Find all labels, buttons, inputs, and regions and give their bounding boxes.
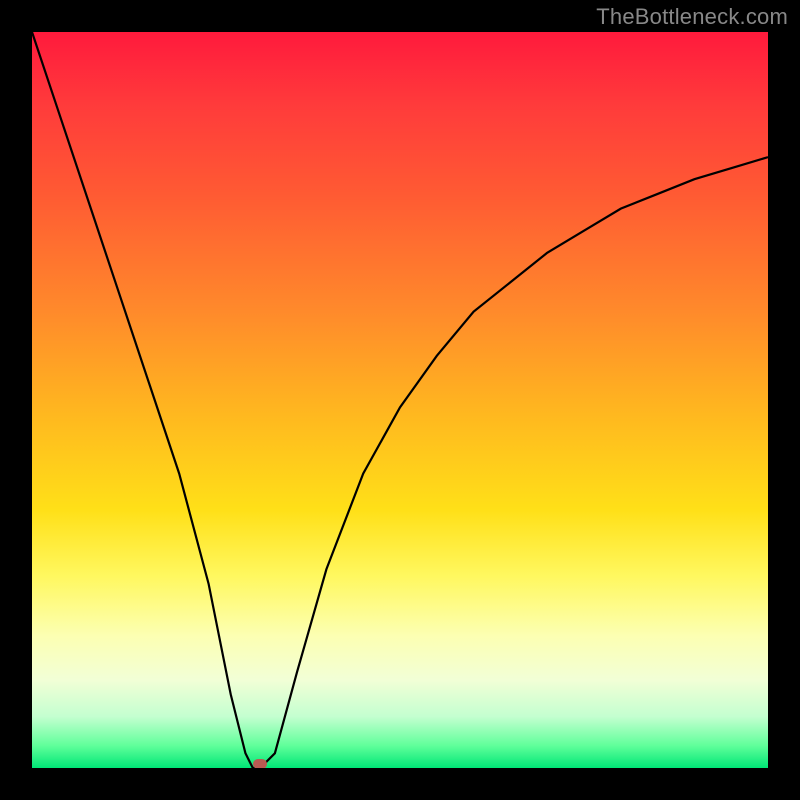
plot-area	[32, 32, 768, 768]
bottleneck-curve	[32, 32, 768, 768]
optimal-point-marker	[253, 759, 267, 768]
watermark-text: TheBottleneck.com	[596, 4, 788, 30]
chart-frame: TheBottleneck.com	[0, 0, 800, 800]
